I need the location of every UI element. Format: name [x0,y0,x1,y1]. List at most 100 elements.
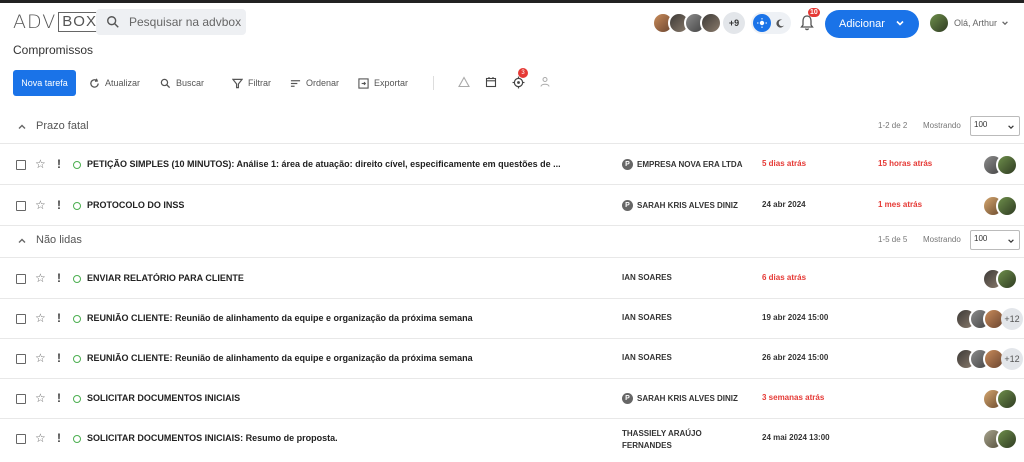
table-row[interactable]: ☆ ! PETIÇÃO SIMPLES (10 MINUTOS): Anális… [0,145,1024,185]
responsible-avatars[interactable] [982,388,1018,410]
person-name-line2: FERNANDES [622,441,672,450]
target-icon[interactable]: 3 [510,68,528,90]
person-name: SARAH KRIS ALVES DINIZ [637,394,738,403]
row-checkbox[interactable] [16,314,26,324]
search-button[interactable]: Buscar [160,70,204,96]
status-dot[interactable] [73,355,81,363]
task-title[interactable]: REUNIÃO CLIENTE: Reunião de alinhamento … [87,353,607,363]
table-row[interactable]: ☆ ! SOLICITAR DOCUMENTOS INICIAIS P SARA… [0,379,1024,419]
star-icon[interactable]: ☆ [35,312,46,324]
avatar[interactable] [996,268,1018,290]
more-avatars-badge[interactable]: +12 [1001,308,1023,330]
avatar[interactable] [996,154,1018,176]
person-check-icon[interactable] [537,74,553,90]
section-header-nao-lidas[interactable]: Não lidas 1-5 de 5 Mostrando 100 [0,225,1024,258]
table-row[interactable]: ☆ ! REUNIÃO CLIENTE: Reunião de alinhame… [0,299,1024,339]
sun-icon[interactable] [753,14,771,32]
advbox-logo[interactable]: ADV BOX [13,11,101,33]
user-menu[interactable]: Olá, Arthur [928,12,1009,34]
status-dot[interactable] [73,315,81,323]
chevron-up-icon[interactable] [17,122,27,132]
task-title[interactable]: PROTOCOLO DO INSS [87,200,607,210]
task-person[interactable]: THASSIELY ARAÚJO FERNANDES [622,428,702,452]
table-row[interactable]: ☆ ! SOLICITAR DOCUMENTOS INICIAIS: Resum… [0,419,1024,462]
row-checkbox[interactable] [16,201,26,211]
priority-icon[interactable]: ! [57,311,61,325]
status-dot[interactable] [73,435,81,443]
row-checkbox[interactable] [16,394,26,404]
status-dot[interactable] [73,275,81,283]
row-checkbox[interactable] [16,434,26,444]
chevron-up-icon[interactable] [17,236,27,246]
person-name-line1: THASSIELY ARAÚJO [622,429,702,438]
priority-icon[interactable]: ! [57,391,61,405]
row-checkbox[interactable] [16,354,26,364]
priority-icon[interactable]: ! [57,271,61,285]
responsible-avatars[interactable]: +12 [955,348,1023,370]
user-avatar[interactable] [928,12,950,34]
status-dot[interactable] [73,161,81,169]
responsible-avatars[interactable] [982,154,1018,176]
star-icon[interactable]: ☆ [35,158,46,170]
star-icon[interactable]: ☆ [35,352,46,364]
task-person[interactable]: P EMPRESA NOVA ERA LTDA [622,159,742,170]
priority-icon[interactable]: ! [57,198,61,212]
avatar[interactable] [996,388,1018,410]
section-header-prazo-fatal[interactable]: Prazo fatal 1-2 de 2 Mostrando 100 [0,111,1024,144]
task-title[interactable]: SOLICITAR DOCUMENTOS INICIAIS: Resumo de… [87,433,607,443]
task-person[interactable]: P SARAH KRIS ALVES DINIZ [622,393,738,404]
chevron-down-icon [1008,239,1014,244]
task-title[interactable]: SOLICITAR DOCUMENTOS INICIAIS [87,393,607,403]
avatar[interactable] [996,428,1018,450]
moon-icon[interactable] [771,14,789,32]
task-title[interactable]: PETIÇÃO SIMPLES (10 MINUTOS): Análise 1:… [87,159,607,169]
avatar[interactable] [996,195,1018,217]
team-avatars[interactable]: +9 [652,11,745,35]
theme-toggle[interactable] [751,12,791,34]
task-person[interactable]: IAN SOARES [622,313,672,322]
export-button[interactable]: Exportar [358,70,408,96]
avatar[interactable] [700,12,722,34]
task-person[interactable]: IAN SOARES [622,273,672,282]
new-task-button[interactable]: Nova tarefa [13,70,76,96]
calendar-icon[interactable] [483,74,499,90]
row-checkbox[interactable] [16,274,26,284]
per-page-select[interactable]: 100 [970,230,1020,250]
status-dot[interactable] [73,395,81,403]
star-icon[interactable]: ☆ [35,392,46,404]
task-title[interactable]: ENVIAR RELATÓRIO PARA CLIENTE [87,273,607,283]
responsible-avatars[interactable]: +12 [955,308,1023,330]
filter-button[interactable]: Filtrar [232,70,271,96]
status-dot[interactable] [73,202,81,210]
row-checkbox[interactable] [16,160,26,170]
priority-icon[interactable]: ! [57,431,61,445]
refresh-button[interactable]: Atualizar [89,70,140,96]
responsible-avatars[interactable] [982,428,1018,450]
search-placeholder: Pesquisar na advbox [129,15,242,29]
warning-icon[interactable] [456,74,472,90]
person-badge: P [622,393,633,404]
priority-icon[interactable]: ! [57,157,61,171]
toolbar-divider [433,76,434,90]
person-name: SARAH KRIS ALVES DINIZ [637,201,738,210]
global-search-input[interactable]: Pesquisar na advbox [96,9,246,35]
table-row[interactable]: ☆ ! ENVIAR RELATÓRIO PARA CLIENTE IAN SO… [0,259,1024,299]
chevron-down-icon [1008,125,1014,130]
priority-icon[interactable]: ! [57,351,61,365]
star-icon[interactable]: ☆ [35,272,46,284]
more-avatars-badge[interactable]: +12 [1001,348,1023,370]
task-person[interactable]: IAN SOARES [622,353,672,362]
sort-button[interactable]: Ordenar [290,70,339,96]
responsible-avatars[interactable] [982,195,1018,217]
task-person[interactable]: P SARAH KRIS ALVES DINIZ [622,200,738,211]
table-row[interactable]: ☆ ! REUNIÃO CLIENTE: Reunião de alinhame… [0,339,1024,379]
notifications-button[interactable]: 10 [800,8,820,33]
star-icon[interactable]: ☆ [35,199,46,211]
task-title[interactable]: REUNIÃO CLIENTE: Reunião de alinhamento … [87,313,607,323]
table-row[interactable]: ☆ ! PROTOCOLO DO INSS P SARAH KRIS ALVES… [0,186,1024,226]
responsible-avatars[interactable] [982,268,1018,290]
per-page-select[interactable]: 100 [970,116,1020,136]
add-button[interactable]: Adicionar [825,10,919,38]
team-more-badge[interactable]: +9 [723,12,745,34]
star-icon[interactable]: ☆ [35,432,46,444]
